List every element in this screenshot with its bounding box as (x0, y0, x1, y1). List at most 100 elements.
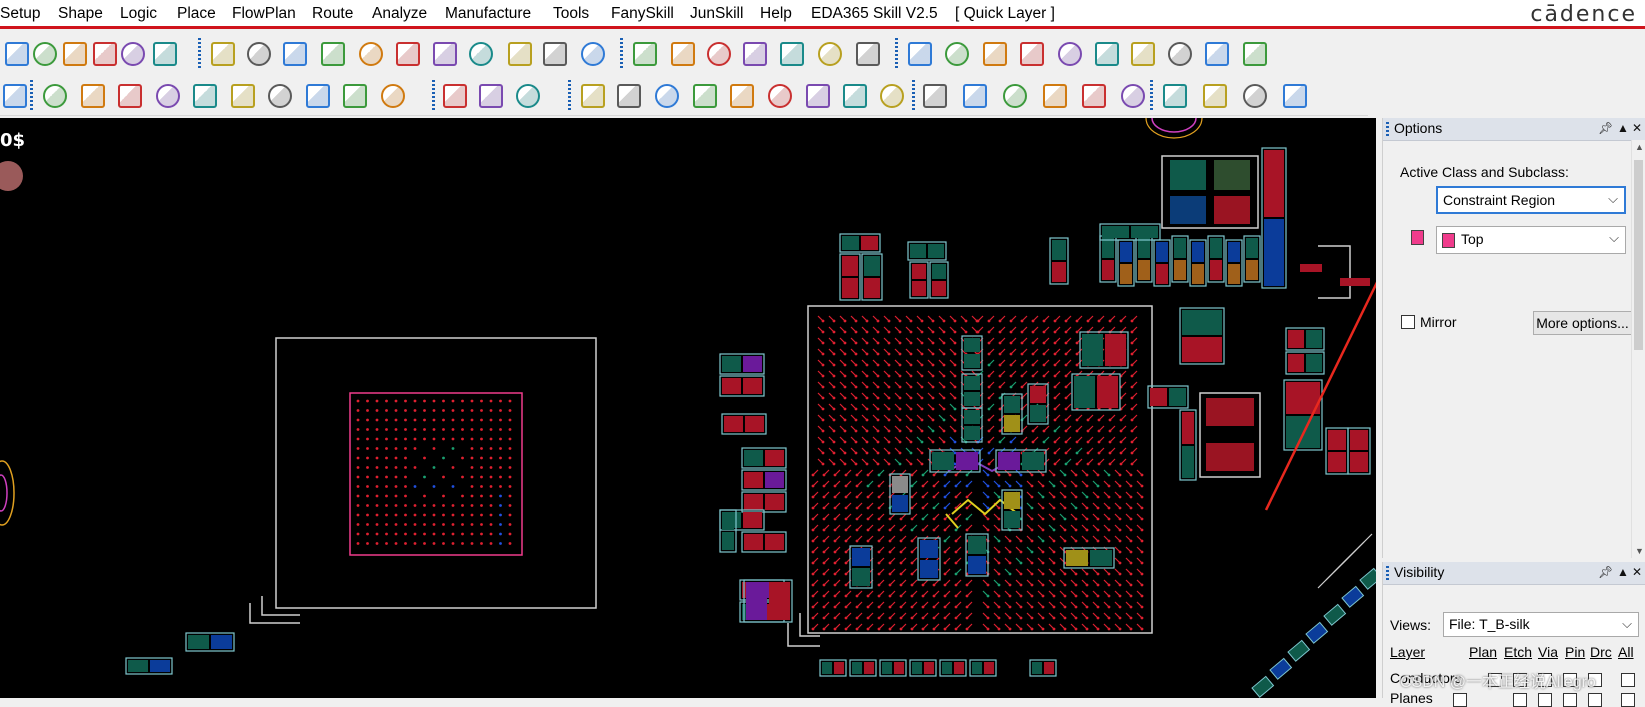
property-icon[interactable] (942, 39, 969, 66)
pin-icon[interactable]: 📌︎ (1598, 121, 1613, 135)
column-via[interactable]: Via (1538, 644, 1558, 660)
dehighlight-icon[interactable] (1055, 39, 1082, 66)
menu-analyze[interactable]: Analyze (372, 5, 427, 23)
menu-route[interactable]: Route (312, 5, 353, 23)
panel-grip-icon[interactable] (1386, 566, 1389, 580)
collapse-icon[interactable]: ▲ (1617, 565, 1629, 579)
cm-icon[interactable] (777, 39, 804, 66)
planes-checkbox[interactable] (1453, 693, 1467, 707)
conductors-all-checkbox[interactable] (1621, 673, 1635, 687)
etch-icon[interactable] (440, 81, 467, 108)
highlight-icon[interactable] (1017, 39, 1044, 66)
shape-edit-icon[interactable] (190, 81, 217, 108)
color-icon[interactable] (704, 39, 731, 66)
test-icon[interactable] (803, 81, 830, 108)
book-2-icon[interactable] (1040, 81, 1067, 108)
pin-icon[interactable]: 📌︎ (1598, 565, 1613, 579)
scroll-down-icon[interactable]: ▼ (1635, 546, 1644, 556)
trace-icon[interactable] (920, 81, 947, 108)
views-dropdown[interactable]: File: T_B-silk ⌵ (1443, 612, 1639, 637)
bga-pad-region-left[interactable] (349, 392, 523, 556)
grid-toggle-icon[interactable] (208, 39, 235, 66)
mail-icon[interactable] (1240, 81, 1267, 108)
planes-etch-checkbox[interactable] (1513, 693, 1527, 707)
shape-add-icon[interactable] (0, 81, 27, 108)
square-icon[interactable] (265, 81, 292, 108)
component-outline-left[interactable] (275, 337, 597, 609)
planes-via-checkbox[interactable] (1538, 693, 1552, 707)
menu-quick-layer[interactable]: [ Quick Layer ] (955, 5, 1055, 23)
pcb-layout-view[interactable]: 0$ (0, 118, 1376, 698)
grid-icon[interactable] (630, 39, 657, 66)
3d-view-icon[interactable] (540, 39, 567, 66)
dfa-icon[interactable] (815, 39, 842, 66)
menu-manufacture[interactable]: Manufacture (445, 5, 531, 23)
options-scrollbar[interactable]: ▲ ▼ (1631, 140, 1645, 558)
planes-pin-checkbox[interactable] (1563, 693, 1577, 707)
visibility-panel-titlebar[interactable]: Visibility 📌︎ ▲ ✕ (1383, 562, 1645, 585)
zoom-in-2-icon[interactable] (356, 39, 383, 66)
panel-grip-icon[interactable] (1386, 122, 1389, 136)
clipboard-icon[interactable] (1079, 81, 1106, 108)
zoom-out-icon[interactable] (393, 39, 420, 66)
shape-icon[interactable] (1128, 39, 1155, 66)
menu-setup[interactable]: Setup (0, 5, 41, 23)
bend-icon[interactable] (652, 81, 679, 108)
refresh-icon[interactable] (505, 39, 532, 66)
r1r2-icon[interactable] (727, 81, 754, 108)
subclass-color-swatch[interactable] (1411, 230, 1424, 245)
menu-tools[interactable]: Tools (553, 5, 589, 23)
toolbar-grip[interactable] (895, 38, 898, 68)
toolbar-grip[interactable] (30, 80, 33, 110)
toolbar-grip[interactable] (1150, 80, 1153, 110)
scissors-icon[interactable] (1118, 81, 1145, 108)
undo-icon[interactable] (2, 39, 29, 66)
move-down-icon[interactable] (30, 39, 57, 66)
redo-icon[interactable] (60, 39, 87, 66)
frame-icon[interactable] (340, 81, 367, 108)
more-options-button[interactable]: More options... (1533, 311, 1632, 335)
placement-icon[interactable] (668, 39, 695, 66)
subclass-dropdown[interactable]: Top ⌵ (1436, 226, 1626, 254)
column-etch[interactable]: Etch (1504, 644, 1532, 660)
step-icon[interactable] (90, 39, 117, 66)
square-2-icon[interactable] (303, 81, 330, 108)
menu-shape[interactable]: Shape (58, 5, 103, 23)
design-canvas[interactable]: 0$ (0, 118, 1376, 698)
world-icon[interactable] (853, 39, 880, 66)
mirror-checkbox[interactable] (1401, 315, 1415, 329)
menu-fanyskill[interactable]: FanySkill (611, 5, 674, 23)
ladder-icon[interactable] (877, 81, 904, 108)
planes-all-checkbox[interactable] (1621, 693, 1635, 707)
pin-icon[interactable] (150, 39, 177, 66)
toolbar-grip[interactable] (568, 80, 571, 110)
scroll-up-icon[interactable]: ▲ (1635, 142, 1644, 152)
menu-eda365-skill[interactable]: EDA365 Skill V2.5 (811, 5, 938, 23)
report-icon[interactable] (1240, 39, 1267, 66)
sun-icon[interactable] (1092, 39, 1119, 66)
analyze-icon[interactable] (840, 81, 867, 108)
column-all[interactable]: All (1618, 644, 1634, 660)
column-drc[interactable]: Drc (1590, 644, 1612, 660)
envelope-icon[interactable] (1200, 81, 1227, 108)
circle-icon[interactable] (115, 81, 142, 108)
menu-help[interactable]: Help (760, 5, 792, 23)
odb-icon[interactable] (578, 81, 605, 108)
component-icon[interactable] (614, 81, 641, 108)
class-dropdown[interactable]: Constraint Region ⌵ (1436, 186, 1626, 214)
show-measure-icon[interactable] (980, 39, 1007, 66)
toolbar-grip[interactable] (620, 38, 623, 68)
zoom-world-icon[interactable] (466, 39, 493, 66)
stat-icon[interactable] (1165, 39, 1192, 66)
shape-void-icon[interactable] (228, 81, 255, 108)
flag-icon[interactable] (765, 81, 792, 108)
column-plan[interactable]: Plan (1469, 644, 1497, 660)
dimension-icon[interactable] (476, 81, 503, 108)
timer-icon[interactable] (1202, 39, 1229, 66)
add-connect-icon[interactable] (118, 39, 145, 66)
close-icon[interactable]: ✕ (1632, 121, 1642, 135)
stamp-icon[interactable] (378, 81, 405, 108)
toolbar-grip[interactable] (198, 38, 201, 68)
column-pin[interactable]: Pin (1565, 644, 1585, 660)
close-icon[interactable]: ✕ (1632, 565, 1642, 579)
